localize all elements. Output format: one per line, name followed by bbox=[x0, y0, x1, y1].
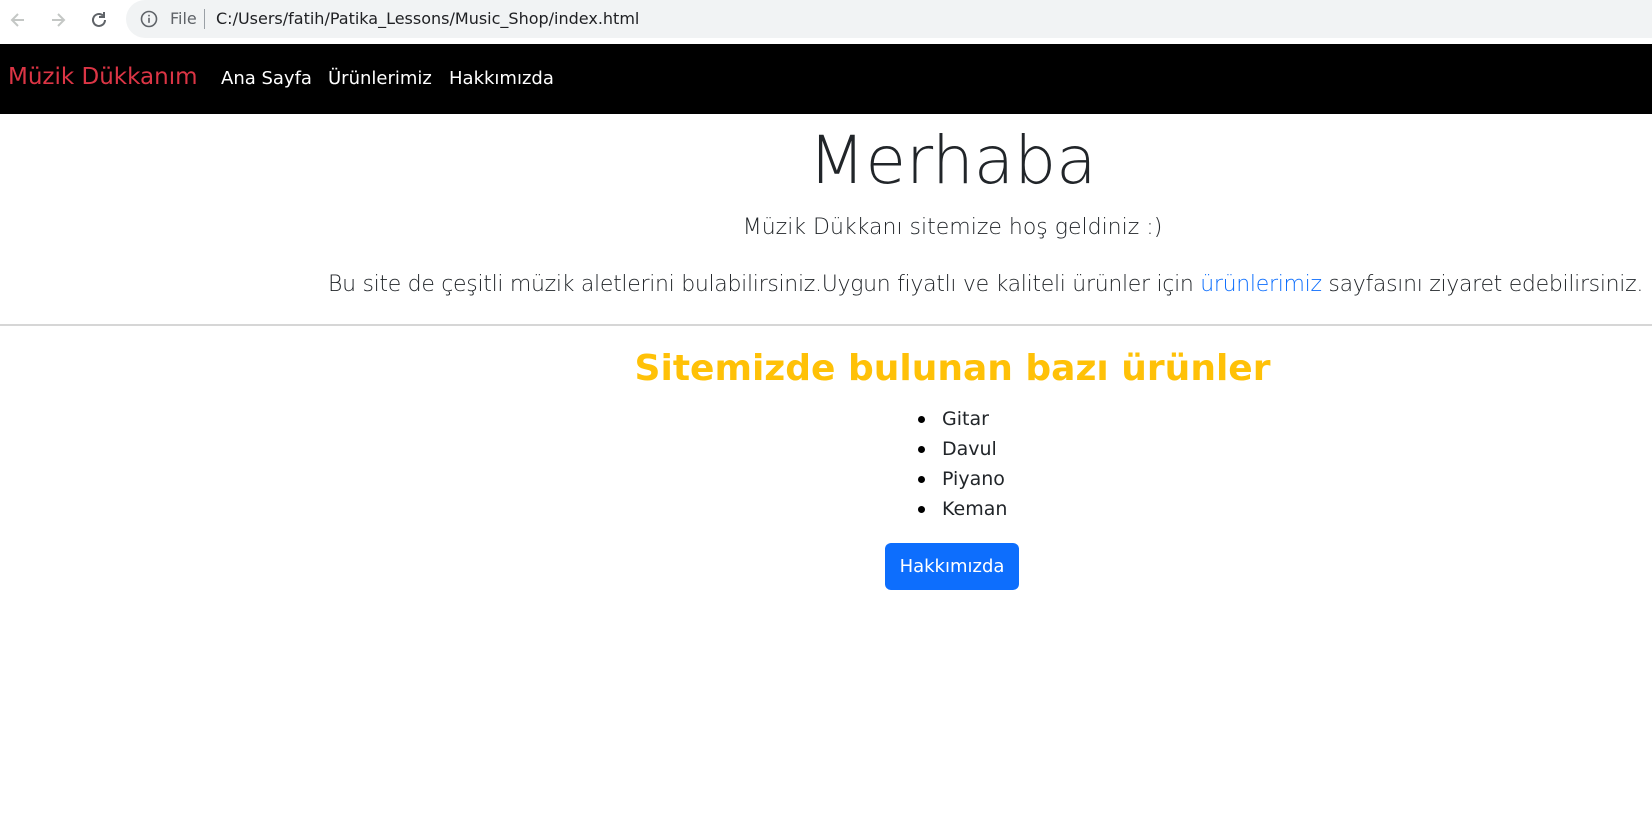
nav-link-urunlerimiz[interactable]: Ürünlerimiz bbox=[328, 68, 432, 89]
description-before: Bu site de çeşitli müzik aletlerini bula… bbox=[328, 272, 1201, 297]
url-text[interactable]: C:/Users/fatih/Patika_Lessons/Music_Shop… bbox=[216, 9, 639, 28]
list-item: Piyano bbox=[918, 464, 1007, 494]
about-button[interactable]: Hakkımızda bbox=[885, 543, 1019, 590]
brand-link[interactable]: Müzik Dükkanım bbox=[8, 64, 198, 90]
list-item: Davul bbox=[918, 434, 1007, 464]
products-link[interactable]: ürünlerimiz bbox=[1200, 272, 1322, 297]
welcome-text: Müzik Dükkanı sitemize hoş geldiniz :) bbox=[742, 215, 1163, 240]
info-icon[interactable] bbox=[140, 10, 158, 28]
back-arrow-icon[interactable] bbox=[4, 6, 32, 34]
forward-arrow-icon[interactable] bbox=[44, 6, 72, 34]
browser-toolbar: File C:/Users/fatih/Patika_Lessons/Music… bbox=[0, 0, 1652, 44]
file-scheme-label: File bbox=[170, 9, 197, 28]
address-separator bbox=[204, 9, 205, 29]
divider bbox=[0, 324, 1652, 326]
reload-icon[interactable] bbox=[85, 6, 113, 34]
address-bar[interactable]: File C:/Users/fatih/Patika_Lessons/Music… bbox=[126, 0, 1652, 38]
description-after: sayfasını ziyaret edebilirsiniz. bbox=[1321, 272, 1644, 297]
navbar: Müzik Dükkanım Ana Sayfa Ürünlerimiz Hak… bbox=[0, 44, 1652, 114]
page-title: Merhaba bbox=[808, 122, 1097, 199]
list-item: Keman bbox=[918, 494, 1007, 524]
list-item: Gitar bbox=[918, 404, 1007, 434]
product-list: Gitar Davul Piyano Keman bbox=[918, 404, 1007, 524]
description-text: Bu site de çeşitli müzik aletlerini bula… bbox=[328, 272, 1643, 297]
nav-link-ana-sayfa[interactable]: Ana Sayfa bbox=[221, 68, 312, 89]
nav-link-hakkimizda[interactable]: Hakkımızda bbox=[449, 68, 554, 89]
products-heading: Sitemizde bulunan bazı ürünler bbox=[634, 348, 1271, 389]
